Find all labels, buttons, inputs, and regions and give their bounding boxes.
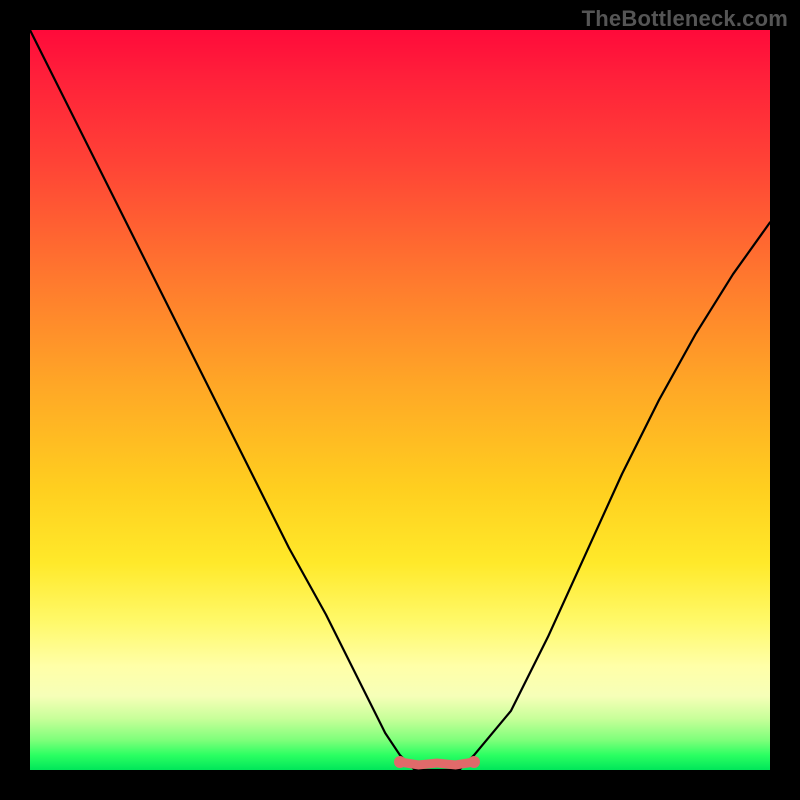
- chart-frame: TheBottleneck.com: [0, 0, 800, 800]
- bottleneck-curve: [30, 30, 770, 770]
- watermark-text: TheBottleneck.com: [582, 6, 788, 32]
- minimum-marker: [400, 762, 474, 765]
- minimum-marker-dot-right: [468, 756, 480, 768]
- curve-path: [30, 30, 770, 770]
- plot-area: [30, 30, 770, 770]
- minimum-marker-dot-left: [394, 756, 406, 768]
